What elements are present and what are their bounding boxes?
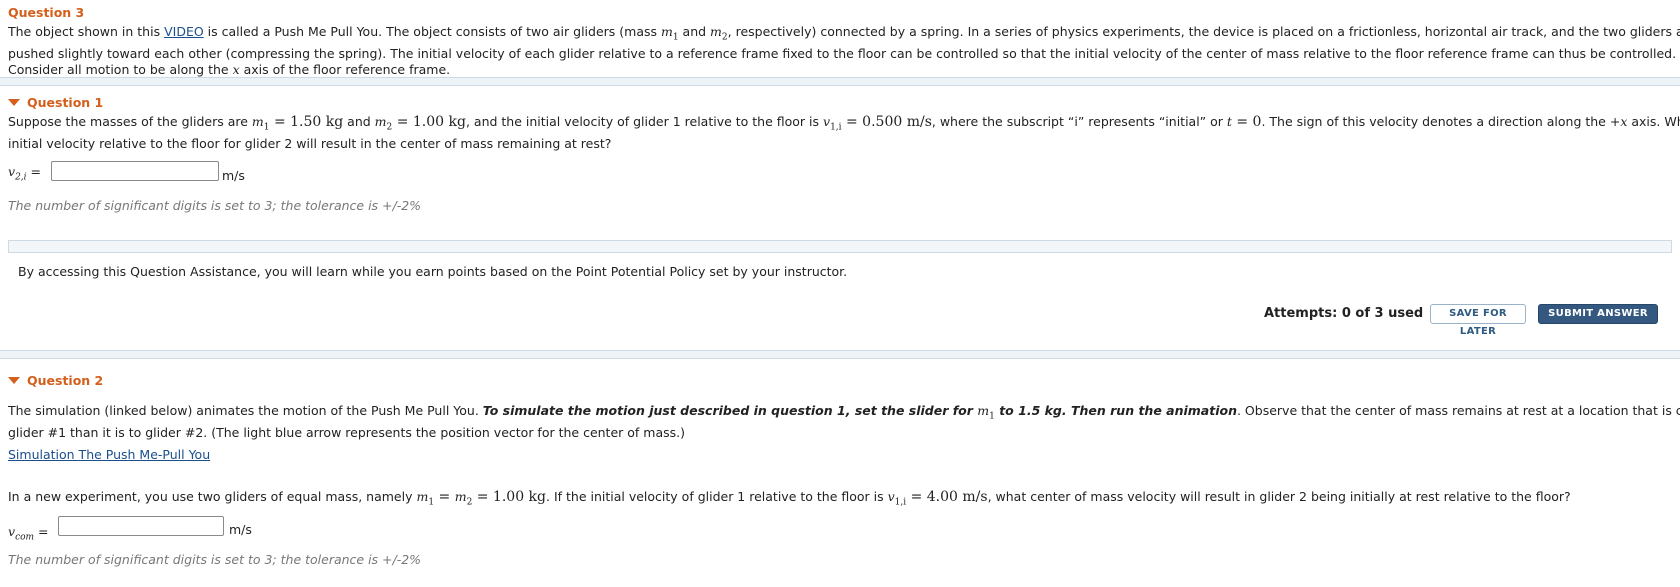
- attempts-counter: Attempts: 0 of 3 used: [1264, 306, 1424, 321]
- intro-text: is called a Push Me Pull You. The object…: [203, 24, 661, 39]
- simulation-link[interactable]: Simulation The Push Me-Pull You: [8, 447, 210, 462]
- m2-symbol: m: [374, 114, 387, 129]
- q2-bold-text: to 1.5 kg. Then run the animation: [994, 403, 1237, 418]
- q2-text: . If the initial velocity of glider 1 re…: [546, 489, 888, 504]
- equals-sign: =: [34, 524, 49, 539]
- t-value: = 0: [1231, 114, 1262, 130]
- question-1-toggle[interactable]: Question 1: [8, 95, 103, 110]
- collapse-triangle-icon: [8, 99, 20, 106]
- vcom-unit: m/s: [229, 522, 252, 537]
- m1-value: = 1.50 kg: [269, 114, 344, 130]
- m1-symbol: m: [251, 114, 264, 129]
- v2i-unit: m/s: [222, 168, 245, 183]
- intro-line-3: axis of the floor reference frame.: [239, 61, 451, 77]
- q1-text: Suppose the masses of the gliders are: [8, 114, 252, 129]
- v-subscript: 1,i: [830, 122, 842, 133]
- m2-value: = 1.00 kg: [392, 114, 466, 130]
- intro-line-3: Consider all motion to be along the: [8, 61, 233, 77]
- question-2-text: In a new experiment, you use two gliders…: [8, 489, 1571, 511]
- m2-symbol: m: [454, 489, 467, 504]
- question-2-toggle[interactable]: Question 2: [8, 373, 103, 388]
- v1-value: = 0.500 m/s: [841, 114, 932, 130]
- x-symbol: x: [232, 61, 240, 77]
- collapse-triangle-icon: [8, 377, 20, 384]
- submit-answer-button[interactable]: SUBMIT ANSWER: [1538, 304, 1658, 324]
- q1-text: axis. What: [1631, 114, 1680, 129]
- video-link[interactable]: VIDEO: [164, 24, 204, 39]
- vcom-label: vcom =: [8, 524, 49, 543]
- m2-symbol: m: [710, 24, 722, 39]
- q1-text: . The sign of this velocity denotes a di…: [1261, 114, 1621, 129]
- q2-text: In a new experiment, you use two gliders…: [8, 489, 417, 504]
- equals-sign: =: [26, 164, 41, 179]
- question-1-text: Suppose the masses of the gliders are m 1…: [8, 114, 1680, 152]
- q1-tolerance-hint: The number of significant digits is set …: [8, 198, 422, 213]
- q2-text: , what center of mass velocity will resu…: [987, 489, 1571, 504]
- v-subscript: 2,i: [15, 172, 27, 183]
- question-1-title: Question 1: [27, 95, 104, 110]
- v2i-answer-input[interactable]: [51, 161, 219, 181]
- equals-sign: =: [434, 489, 455, 505]
- save-for-later-button[interactable]: SAVE FOR LATER: [1430, 304, 1526, 337]
- v2i-label: v2,i =: [8, 164, 41, 183]
- q1-text: , where the subscript “i” represents “in…: [931, 114, 1227, 129]
- v-subscript: com: [15, 532, 35, 543]
- v1-value: = 4.00 m/s: [906, 489, 988, 505]
- q1-text: , and the initial velocity of glider 1 r…: [465, 114, 824, 129]
- mass-value: = 1.00 kg: [472, 489, 546, 505]
- question-3-intro: The object shown in this VIDEO is called…: [8, 24, 1680, 78]
- v-symbol: v: [8, 164, 16, 179]
- q2-text: The simulation (linked below) animates t…: [8, 403, 483, 418]
- q2-line-2: glider #1 than it is to glider #2. (The …: [8, 424, 685, 440]
- section-divider: [0, 77, 1680, 86]
- v-symbol: v: [8, 524, 16, 539]
- intro-text: , respectively) connected by a spring. I…: [727, 24, 1680, 39]
- m1-symbol: m: [977, 403, 990, 418]
- m1-symbol: m: [416, 489, 429, 504]
- q1-text: and: [343, 114, 375, 129]
- intro-line-2: pushed slightly toward each other (compr…: [8, 45, 1677, 61]
- intro-text: The object shown in this: [8, 24, 165, 39]
- intro-text: and: [678, 24, 711, 39]
- q1-line-2: initial velocity relative to the floor f…: [8, 135, 612, 151]
- vcom-answer-input[interactable]: [58, 516, 224, 536]
- question-2-paragraph: The simulation (linked below) animates t…: [8, 403, 1680, 441]
- v-subscript: 1,i: [894, 497, 907, 508]
- question-assistance-bar: [8, 240, 1672, 253]
- q2-text: . Observe that the center of mass remain…: [1236, 403, 1680, 418]
- section-divider: [0, 350, 1680, 359]
- m1-symbol: m: [660, 24, 673, 39]
- q2-bold-text: To simulate the motion just described in…: [482, 403, 978, 418]
- v-symbol: v: [887, 489, 895, 504]
- question-2-title: Question 2: [27, 373, 104, 388]
- assistance-text: By accessing this Question Assistance, y…: [18, 264, 848, 279]
- question-3-title: Question 3: [8, 5, 85, 20]
- q2-tolerance-hint: The number of significant digits is set …: [8, 552, 422, 567]
